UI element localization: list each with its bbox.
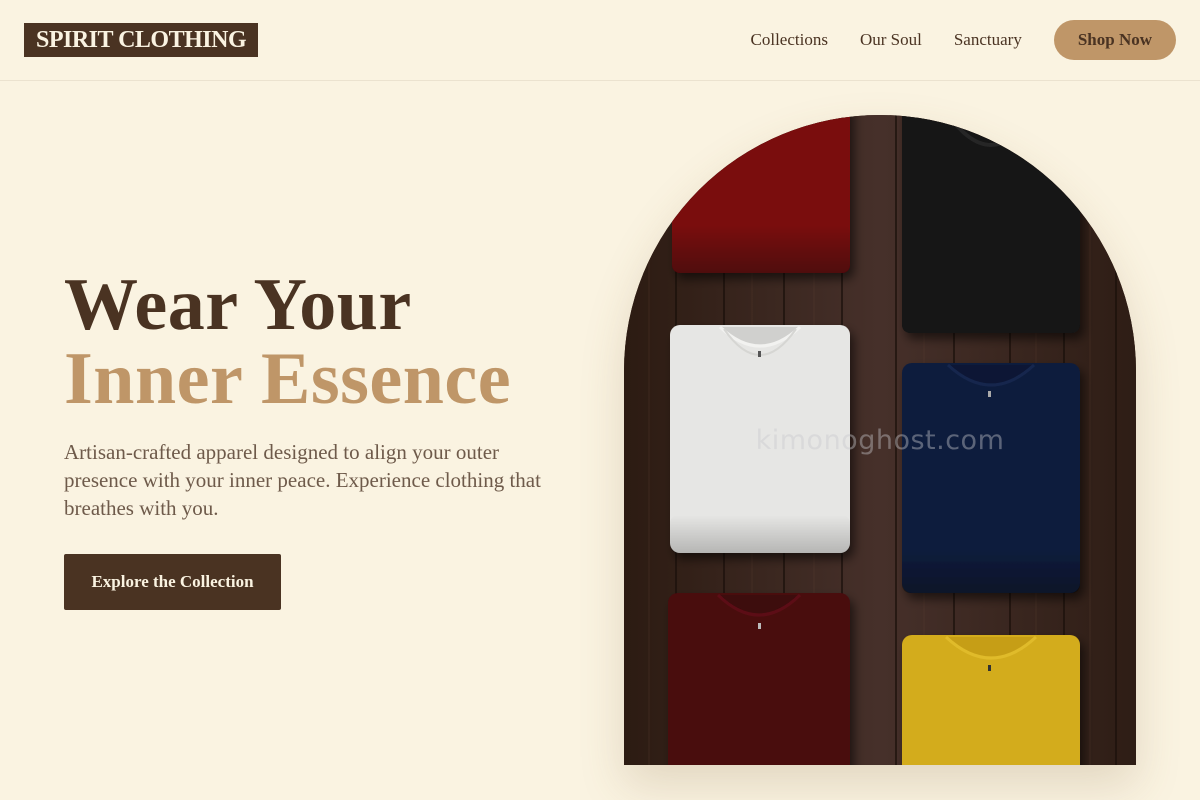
nav-link-our-soul[interactable]: Our Soul <box>860 30 922 50</box>
maroon-shirt <box>668 593 850 765</box>
image-watermark: kimonoghost.com <box>755 425 1005 456</box>
hero-title-line1: Wear Your <box>64 264 412 346</box>
brand-logo[interactable]: SPIRIT CLOTHING <box>24 23 259 57</box>
nav-link-sanctuary[interactable]: Sanctuary <box>954 30 1022 50</box>
nav-link-collections[interactable]: Collections <box>751 30 828 50</box>
hero-image: kimonoghost.com <box>624 115 1136 765</box>
main-nav: Collections Our Soul Sanctuary Shop Now <box>751 20 1176 60</box>
hero-title-line2: Inner Essence <box>64 338 512 420</box>
shop-now-button[interactable]: Shop Now <box>1053 20 1176 60</box>
navy-shirt <box>902 363 1080 593</box>
site-header: SPIRIT CLOTHING Collections Our Soul San… <box>0 0 1200 81</box>
yellow-shirt <box>902 635 1080 765</box>
explore-collection-button[interactable]: Explore the Collection <box>64 554 281 610</box>
hero-title: Wear Your Inner Essence <box>64 268 511 416</box>
red-shirt <box>672 115 850 273</box>
hero-description: Artisan-crafted apparel designed to alig… <box>64 440 541 520</box>
black-shirt <box>902 115 1080 333</box>
